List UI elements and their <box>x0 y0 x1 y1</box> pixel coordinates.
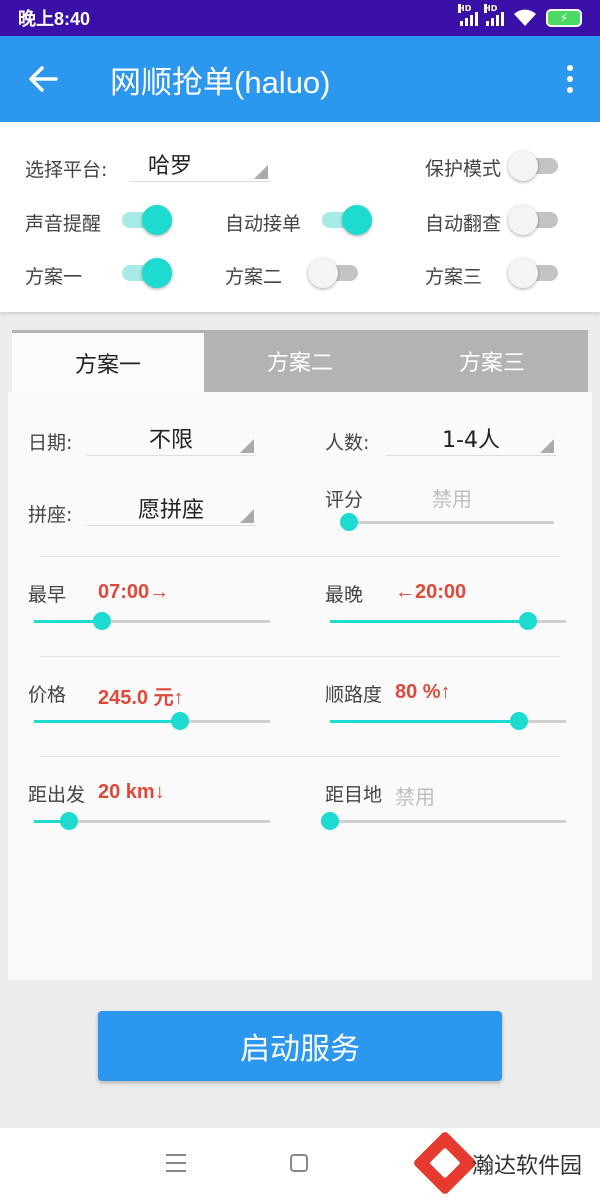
plan2-switch[interactable] <box>308 256 360 290</box>
watermark-text: 瀚达软件园 <box>472 1154 583 1179</box>
route-value: 80 %↑ <box>395 681 451 703</box>
protect-mode-switch[interactable] <box>508 149 560 183</box>
dropdown-triangle-icon <box>240 509 254 523</box>
route-slider[interactable] <box>330 709 566 733</box>
auto-flip-label: 自动翻查 <box>425 213 502 235</box>
latest-value: ←20:00 <box>395 581 467 603</box>
slider-thumb[interactable] <box>171 712 190 730</box>
slider-thumb[interactable] <box>93 612 112 630</box>
carpool-spinner[interactable]: 愿拼座 <box>86 488 256 526</box>
hd-label: HD <box>458 4 472 13</box>
route-label: 顺路度 <box>325 684 383 706</box>
price-slider[interactable] <box>34 709 270 733</box>
people-label: 人数: <box>325 432 370 454</box>
menu-lines-icon[interactable] <box>166 1154 186 1172</box>
handa-logo-icon <box>412 1130 478 1196</box>
date-spinner[interactable]: 不限 <box>86 418 256 456</box>
rating-slider[interactable] <box>340 510 554 534</box>
app-title: 网顺抢单(haluo) <box>110 64 331 100</box>
auto-accept-switch[interactable] <box>320 203 372 237</box>
dropdown-triangle-icon <box>540 439 554 453</box>
price-label: 价格 <box>28 684 67 706</box>
divider <box>40 756 560 757</box>
earliest-slider[interactable] <box>34 609 270 633</box>
slider-thumb[interactable] <box>340 513 358 531</box>
people-spinner[interactable]: 1-4人 <box>386 418 556 456</box>
plan-tabs: 方案一 方案二 方案三 <box>12 330 588 392</box>
navigation-bar: 瀚达软件园 <box>0 1128 600 1200</box>
back-arrow-icon[interactable] <box>0 36 86 122</box>
platform-spinner[interactable]: 哈罗 <box>130 144 270 182</box>
tab-plan1[interactable]: 方案一 <box>12 330 204 392</box>
status-bar: 晚上8:40 HD HD ⚡ <box>0 0 600 36</box>
latest-label: 最晚 <box>325 584 364 606</box>
price-value: 245.0 元↑ <box>98 687 184 709</box>
plan1-switch[interactable] <box>120 256 172 290</box>
divider <box>40 656 560 657</box>
signal-icon: HD <box>458 4 478 26</box>
plan-panel: 日期: 不限 人数: 1-4人 拼座: 愿拼座 评分 禁用 最早 07:00→ … <box>8 392 592 980</box>
distance-start-label: 距出发 <box>28 784 86 806</box>
slider-thumb[interactable] <box>519 612 538 630</box>
date-label: 日期: <box>28 432 73 454</box>
app-bar: 网顺抢单(haluo) <box>0 36 600 122</box>
home-square-icon[interactable] <box>290 1154 308 1172</box>
sound-alert-label: 声音提醒 <box>25 213 102 235</box>
distance-start-slider[interactable] <box>34 809 270 833</box>
distance-dest-value: 禁用 <box>395 785 435 809</box>
slider-thumb[interactable] <box>60 812 79 830</box>
platform-value: 哈罗 <box>147 154 192 179</box>
latest-slider[interactable] <box>330 609 566 633</box>
earliest-label: 最早 <box>28 584 67 606</box>
carpool-value: 愿拼座 <box>137 498 204 523</box>
people-value: 1-4人 <box>442 428 500 453</box>
wifi-icon <box>514 9 536 26</box>
status-icons: HD HD ⚡ <box>458 4 582 28</box>
auto-flip-switch[interactable] <box>508 203 560 237</box>
more-vert-icon[interactable] <box>540 36 600 122</box>
distance-start-value: 20 km↓ <box>98 781 165 803</box>
hd-label: HD <box>484 4 498 13</box>
platform-label: 选择平台: <box>25 159 108 181</box>
distance-dest-label: 距目地 <box>325 784 383 806</box>
auto-accept-label: 自动接单 <box>225 213 302 235</box>
plan3-switch[interactable] <box>508 256 560 290</box>
signal-icon: HD <box>484 4 504 26</box>
divider <box>40 556 560 557</box>
settings-card: 选择平台: 哈罗 保护模式 声音提醒 自动接单 自动翻查 方案一 方案二 方案三 <box>0 122 600 312</box>
carpool-label: 拼座: <box>28 504 73 526</box>
sound-alert-switch[interactable] <box>120 203 172 237</box>
date-value: 不限 <box>148 428 193 453</box>
plan2-label: 方案二 <box>225 266 283 288</box>
slider-thumb[interactable] <box>321 812 339 830</box>
tab-plan3[interactable]: 方案三 <box>396 330 588 392</box>
rating-value: 禁用 <box>432 487 472 511</box>
start-service-button[interactable]: 启动服务 <box>98 1011 502 1081</box>
charging-battery-icon: ⚡ <box>546 9 582 27</box>
rating-label: 评分 <box>325 489 364 511</box>
distance-dest-slider[interactable] <box>321 809 566 833</box>
slider-thumb[interactable] <box>509 712 528 730</box>
plan3-label: 方案三 <box>425 266 483 288</box>
earliest-value: 07:00→ <box>98 581 170 603</box>
protect-mode-label: 保护模式 <box>425 158 502 180</box>
dropdown-triangle-icon <box>240 439 254 453</box>
tab-plan2[interactable]: 方案二 <box>204 330 396 392</box>
status-time: 晚上8:40 <box>18 9 91 29</box>
plan1-label: 方案一 <box>25 266 83 288</box>
dropdown-triangle-icon <box>254 165 268 179</box>
